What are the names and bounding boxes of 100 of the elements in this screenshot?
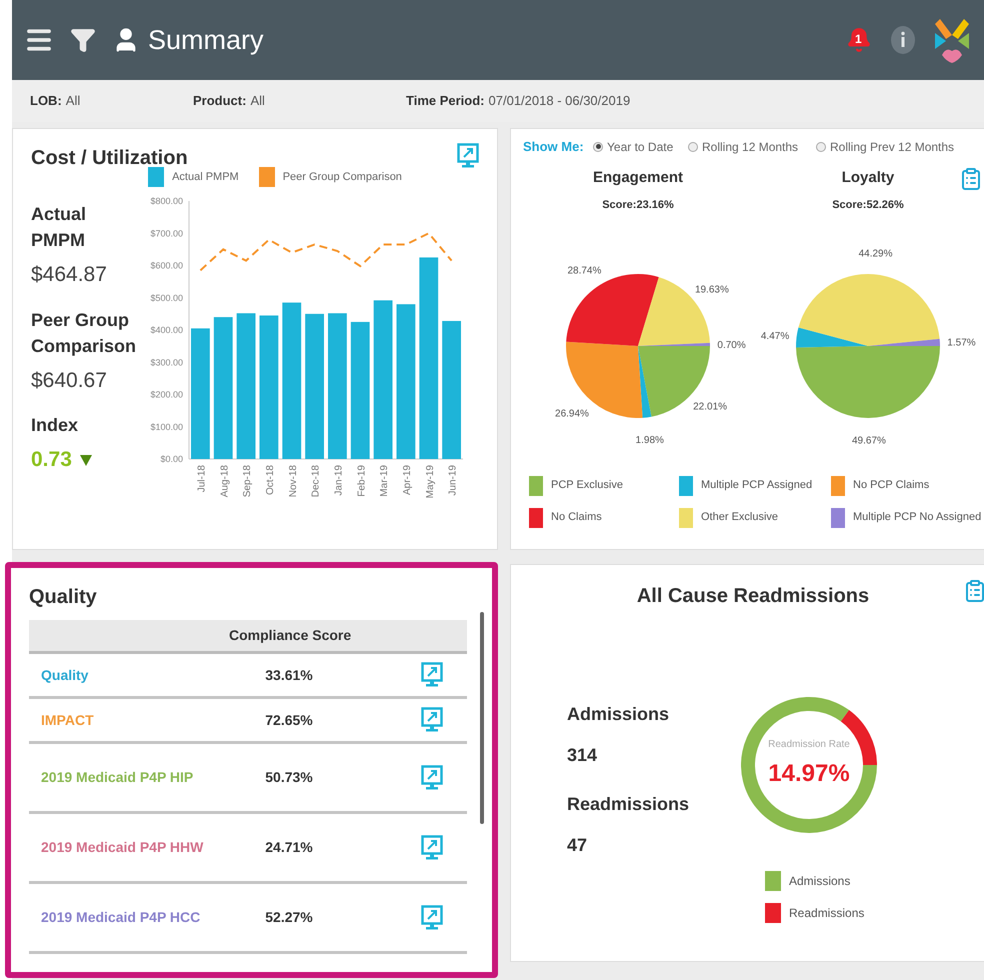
legend-swatch [148, 167, 164, 187]
open-button[interactable] [421, 764, 443, 790]
donut-center-label: Readmission Rate [768, 739, 850, 750]
monitor-arrow-icon [421, 904, 443, 930]
scrollbar[interactable] [480, 612, 484, 824]
filter-icon[interactable] [70, 27, 96, 53]
legend-label: PCP Exclusive [551, 478, 623, 494]
notification-count: 1 [855, 31, 862, 48]
stat-label: Index [31, 414, 80, 437]
axis-label: $600.00 [150, 260, 183, 270]
measure-name[interactable]: 2019 Medicaid P4P HCC [29, 907, 229, 928]
stat-value: $640.67 [31, 368, 107, 394]
monitor-arrow-icon [421, 662, 443, 688]
open-button[interactable] [421, 834, 443, 860]
slice-label: 1.98% [636, 434, 664, 446]
chart-title: Loyalty [842, 168, 894, 188]
card-title: Quality [29, 585, 98, 610]
info-icon[interactable] [890, 25, 916, 55]
compliance-score: 33.61% [264, 666, 314, 684]
open-button[interactable] [421, 904, 443, 930]
axis-label: Oct-18 [264, 465, 276, 496]
stat-value: 0.73 [31, 447, 72, 473]
donut-center-value: 14.97% [768, 760, 850, 787]
card-title: All Cause Readmissions [636, 584, 870, 609]
measure-name[interactable]: Quality [29, 664, 229, 686]
filter-label: Product: [193, 92, 246, 110]
measure-name[interactable]: IMPACT [29, 710, 229, 730]
slice-label: 26.94% [555, 408, 589, 419]
monitor-arrow-icon [421, 834, 443, 860]
axis-label: Feb-19 [356, 465, 368, 497]
axis-label: $300.00 [150, 357, 183, 368]
axis-label: Aug-18 [219, 465, 230, 498]
legend-label: No Claims [551, 510, 602, 526]
compliance-score: 72.65% [264, 710, 314, 730]
filter-value: All [250, 92, 265, 110]
filter-label: LOB: [30, 92, 62, 110]
legend-label: Peer Group Comparison [282, 170, 402, 185]
slice-label: 22.01% [693, 401, 728, 412]
stat-value: 314 [567, 744, 598, 767]
axis-label: Jan-19 [333, 465, 344, 496]
filter-label: Time Period: [406, 92, 485, 110]
axis-label: Apr-19 [402, 465, 413, 496]
axis-label: $800.00 [150, 196, 183, 206]
stat-label: Actual PMPM [31, 203, 88, 252]
legend-label: Actual PMPM [172, 170, 239, 185]
compliance-score: 50.73% [264, 768, 314, 787]
compliance-score: 24.71% [264, 838, 314, 857]
slice-label: 1.57% [947, 336, 976, 348]
compliance-score: 52.27% [264, 908, 314, 927]
axis-label: $500.00 [150, 292, 183, 303]
measure-name[interactable]: 2019 Medicaid P4P HIP [29, 767, 229, 788]
legend-label: Multiple PCP No Assigned [853, 510, 982, 526]
axis-label: $200.00 [150, 390, 183, 400]
stat-label: Readmissions [567, 793, 690, 816]
axis-label: Nov-18 [288, 465, 299, 498]
legend-label: Admissions [789, 873, 850, 890]
card-title: Cost / Utilization [31, 146, 188, 171]
clipboard-icon[interactable] [959, 166, 983, 190]
open-button[interactable] [421, 662, 443, 688]
chart-score: Score:23.16% [602, 198, 674, 213]
axis-label: $700.00 [150, 228, 183, 238]
period-radio[interactable]: Year to Date [593, 138, 688, 156]
clipboard-icon[interactable] [963, 579, 984, 603]
stat-value: 47 [567, 834, 588, 857]
axis-label: Dec-18 [310, 465, 322, 498]
page-title: Summary [148, 24, 264, 57]
axis-label: May-19 [424, 465, 436, 498]
slice-label: 19.63% [694, 284, 729, 296]
legend-swatch [258, 167, 275, 187]
open-button[interactable] [457, 143, 479, 169]
axis-label: $400.00 [150, 325, 183, 335]
axis-label: Sep-18 [242, 465, 254, 498]
chart-score: Score:52.26% [832, 198, 904, 213]
legend-label: Readmissions [789, 905, 864, 922]
show-me-label: Show Me: [523, 138, 585, 156]
legend-label: Multiple PCP Assigned [701, 478, 812, 494]
filter-value: 07/01/2018 - 06/30/2019 [488, 92, 630, 110]
chart-title: Engagement [592, 168, 683, 188]
monitor-arrow-icon [421, 764, 443, 790]
legend-label: Other Exclusive [701, 510, 778, 526]
axis-label: $100.00 [150, 422, 183, 432]
measure-name[interactable]: 2019 Medicaid P4P HHW [29, 837, 229, 858]
axis-label: $0.00 [160, 454, 183, 464]
column-header: Compliance Score [229, 626, 349, 645]
stat-label: Admissions [567, 703, 670, 726]
bell-icon[interactable] [846, 27, 872, 53]
monitor-arrow-icon [421, 707, 443, 733]
slice-label: 44.29% [858, 248, 892, 260]
slice-label: 4.47% [760, 330, 790, 342]
slice-label: 49.67% [852, 435, 886, 446]
monitor-arrow-icon [457, 143, 479, 169]
stat-value: $464.87 [31, 262, 107, 288]
open-button[interactable] [421, 707, 443, 733]
slice-label: 28.74% [567, 264, 602, 276]
axis-label: Jul-18 [196, 465, 208, 492]
filter-value: All [66, 92, 80, 110]
axis-label: Jun-19 [448, 465, 459, 496]
period-radio[interactable]: Rolling 12 Months [688, 138, 816, 156]
stat-label: Peer Group Comparison [31, 308, 138, 358]
period-radio[interactable]: Rolling Prev 12 Months [816, 138, 954, 156]
